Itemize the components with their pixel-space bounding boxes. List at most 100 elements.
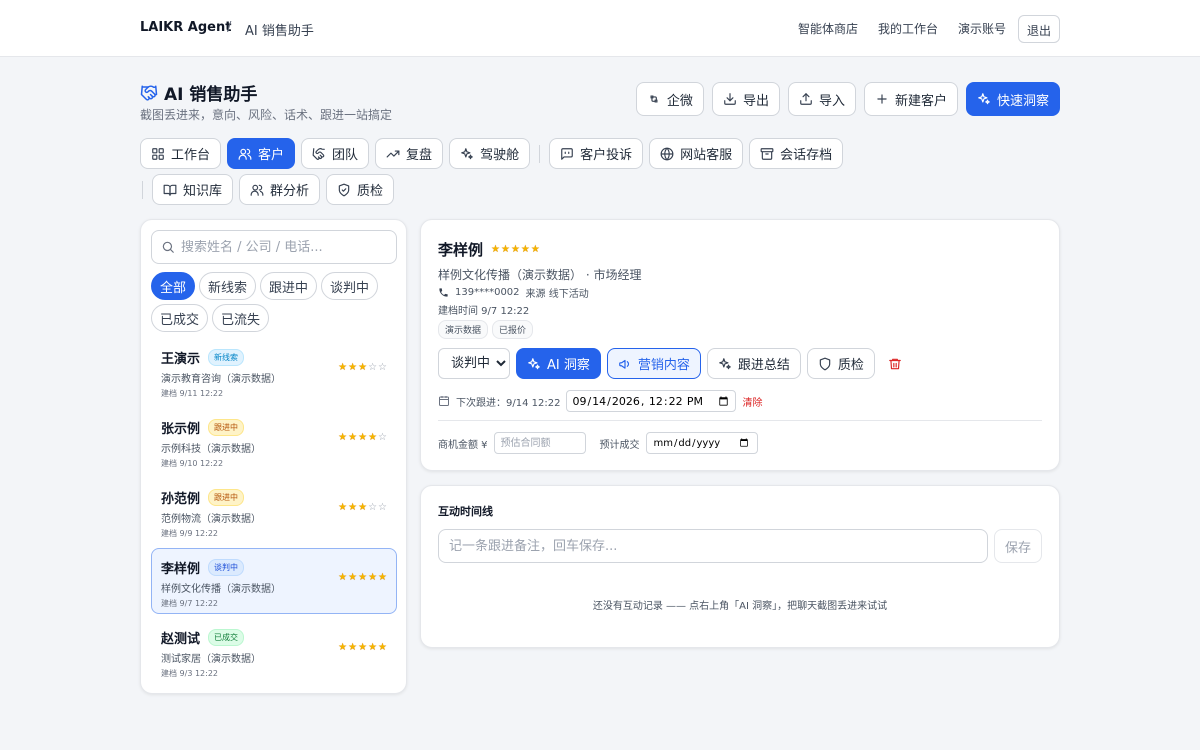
customer-name: 孙范例 bbox=[161, 492, 201, 507]
status-badge: 谈判中 bbox=[208, 559, 245, 576]
customer-created: 建档 9/10 12:22 bbox=[161, 459, 224, 468]
star-filled-icon: ★ bbox=[358, 572, 368, 583]
new-customer-button[interactable]: 新建客户 bbox=[863, 82, 958, 116]
status-badge: 新线索 bbox=[208, 349, 245, 366]
tab-complaints[interactable]: 客户投诉 bbox=[549, 138, 644, 169]
tab-workbench[interactable]: 工作台 bbox=[140, 138, 222, 169]
quality-check-button[interactable]: 质检 bbox=[806, 348, 875, 379]
tab-archive[interactable]: 会话存档 bbox=[749, 138, 844, 169]
star-empty-icon: ☆ bbox=[378, 502, 387, 513]
tab-review[interactable]: 复盘 bbox=[375, 138, 444, 169]
tab-team[interactable]: 团队 bbox=[301, 138, 370, 169]
star-filled-icon: ★ bbox=[500, 243, 510, 255]
star-filled-icon: ★ bbox=[338, 642, 348, 653]
tab-group-analysis[interactable]: 群分析 bbox=[239, 174, 321, 205]
expected-close-input[interactable] bbox=[645, 432, 758, 454]
star-filled-icon: ★ bbox=[378, 642, 387, 653]
filter-following[interactable]: 跟进中 bbox=[260, 272, 318, 300]
filter-new-lead[interactable]: 新线索 bbox=[199, 272, 257, 300]
list-item-selected[interactable]: 李样例 谈判中 样例文化传播（演示数据） 建档 9/7 12:22 ★ ★ ★ ★ ★ bbox=[151, 548, 397, 614]
tab-web-service[interactable]: 网站客服 bbox=[649, 138, 744, 169]
trash-icon[interactable] bbox=[885, 354, 905, 374]
quick-insight-button[interactable]: 快速洞察 bbox=[965, 82, 1060, 116]
detail-source: 来源 线下活动 bbox=[525, 289, 589, 300]
star-rating: ★ ★ ★ ★ ☆ bbox=[338, 433, 387, 443]
star-filled-icon: ★ bbox=[348, 642, 358, 653]
timeline-title: 互动时间线 bbox=[438, 505, 493, 518]
filter-all[interactable]: 全部 bbox=[151, 272, 196, 300]
customer-list-panel: 全部 新线索 跟进中 谈判中 已成交 已流失 王演示新线索 演示教育咨询（演示数… bbox=[140, 219, 407, 694]
status-badge: 跟进中 bbox=[208, 489, 245, 506]
plus-icon bbox=[875, 92, 889, 106]
note-input[interactable] bbox=[438, 529, 988, 563]
sparkles-icon bbox=[977, 92, 991, 106]
export-button[interactable]: 导出 bbox=[711, 82, 780, 116]
star-empty-icon: ☆ bbox=[368, 362, 378, 373]
tabs-divider bbox=[539, 144, 541, 163]
star-empty-icon: ☆ bbox=[378, 362, 387, 373]
tab-knowledge[interactable]: 知识库 bbox=[152, 174, 234, 205]
detail-star-rating[interactable]: ★ ★ ★ ★ ★ bbox=[491, 243, 540, 255]
customer-list: 王演示 新线索 演示教育咨询（演示数据） 建档 9/11 12:22 ★ ★ ★ ☆ ☆ … bbox=[151, 338, 397, 688]
filter-negotiating[interactable]: 谈判中 bbox=[321, 272, 379, 300]
timeline-panel: 互动时间线 保存 还没有互动记录 —— 点右上角「AI 洞察」，把聊天截图丢进来… bbox=[420, 485, 1060, 648]
grid-icon bbox=[151, 147, 165, 161]
handshake-icon bbox=[312, 147, 326, 161]
star-filled-icon: ★ bbox=[348, 502, 358, 513]
customer-name: 张示例 bbox=[161, 422, 201, 437]
star-filled-icon: ★ bbox=[338, 432, 348, 443]
download-icon bbox=[723, 92, 737, 106]
clear-followup-link[interactable]: 清除 bbox=[742, 394, 762, 409]
star-rating: ★ ★ ★ ★ ★ bbox=[338, 573, 387, 583]
tabs-divider bbox=[142, 180, 143, 199]
calendar-clock-icon bbox=[438, 395, 450, 407]
customer-created: 建档 9/3 12:22 bbox=[161, 669, 219, 678]
next-followup-input[interactable] bbox=[566, 390, 737, 412]
marketing-content-button[interactable]: 营销内容 bbox=[606, 348, 701, 379]
star-filled-icon: ★ bbox=[358, 432, 368, 443]
wecom-button[interactable]: 企微 bbox=[635, 82, 704, 116]
save-button[interactable]: 保存 bbox=[994, 529, 1042, 563]
search-input[interactable] bbox=[181, 239, 381, 255]
module-tabs-row-2: 知识库 群分析 质检 bbox=[140, 174, 395, 205]
tab-quality[interactable]: 质检 bbox=[326, 174, 395, 205]
customer-created: 建档 9/9 12:22 bbox=[161, 529, 219, 538]
brand-logo-text[interactable]: LAIKR Agent bbox=[140, 20, 231, 35]
list-item[interactable]: 赵测试 已成交 测试家居（演示数据） 建档 9/3 12:22 ★ ★ ★ ★ ★ bbox=[151, 618, 397, 684]
search-icon bbox=[161, 240, 175, 254]
nav-agent-store[interactable]: 智能体商店 bbox=[790, 14, 866, 43]
star-filled-icon: ★ bbox=[358, 502, 368, 513]
nav-demo-account[interactable]: 演示账号 bbox=[950, 14, 1014, 43]
customer-name: 王演示 bbox=[161, 352, 201, 367]
nav-my-workbench[interactable]: 我的工作台 bbox=[870, 14, 946, 43]
status-select[interactable]: 谈判中 bbox=[438, 348, 510, 379]
list-item[interactable]: 张示例 跟进中 示例科技（演示数据） 建档 9/10 12:22 ★ ★ ★ ★ ☆ bbox=[151, 408, 397, 474]
detail-created: 建档时间 9/7 12:22 bbox=[438, 306, 530, 317]
detail-company: 样例文化传播（演示数据） · 市场经理 bbox=[438, 268, 642, 282]
deal-row: 商机金额 ¥ 预计成交 bbox=[438, 432, 758, 454]
list-item[interactable]: 孙范例 跟进中 范例物流（演示数据） 建档 9/9 12:22 ★ ★ ★ ☆ ☆ bbox=[151, 478, 397, 544]
star-filled-icon: ★ bbox=[338, 362, 348, 373]
tag: 演示数据 bbox=[438, 320, 489, 339]
next-followup-label: 下次跟进：9/14 12:22 bbox=[456, 397, 561, 409]
tab-cockpit[interactable]: 驾驶舱 bbox=[449, 138, 531, 169]
sparkles-icon bbox=[460, 147, 474, 161]
ai-insight-button[interactable]: AI 洞察 bbox=[516, 348, 601, 379]
status-badge: 跟进中 bbox=[208, 419, 245, 436]
logout-button[interactable]: 退出 bbox=[1017, 14, 1060, 43]
users-icon bbox=[250, 183, 264, 197]
list-item[interactable]: 王演示 新线索 演示教育咨询（演示数据） 建档 9/11 12:22 ★ ★ ★ ☆ ☆ bbox=[151, 338, 397, 404]
star-rating: ★ ★ ★ ☆ ☆ bbox=[338, 363, 387, 373]
tab-customers[interactable]: 客户 bbox=[227, 138, 296, 169]
followup-summary-button[interactable]: 跟进总结 bbox=[706, 348, 801, 379]
star-empty-icon: ☆ bbox=[378, 432, 387, 443]
top-nav: 智能体商店 我的工作台 演示账号 退出 bbox=[790, 14, 1060, 43]
star-filled-icon: ★ bbox=[348, 432, 358, 443]
filter-lost[interactable]: 已流失 bbox=[212, 304, 270, 332]
import-button[interactable]: 导入 bbox=[787, 82, 856, 116]
divider bbox=[438, 420, 1042, 421]
users-icon bbox=[238, 147, 252, 161]
star-filled-icon: ★ bbox=[348, 572, 358, 583]
deal-amount-input[interactable] bbox=[493, 432, 586, 454]
filter-won[interactable]: 已成交 bbox=[151, 304, 209, 332]
